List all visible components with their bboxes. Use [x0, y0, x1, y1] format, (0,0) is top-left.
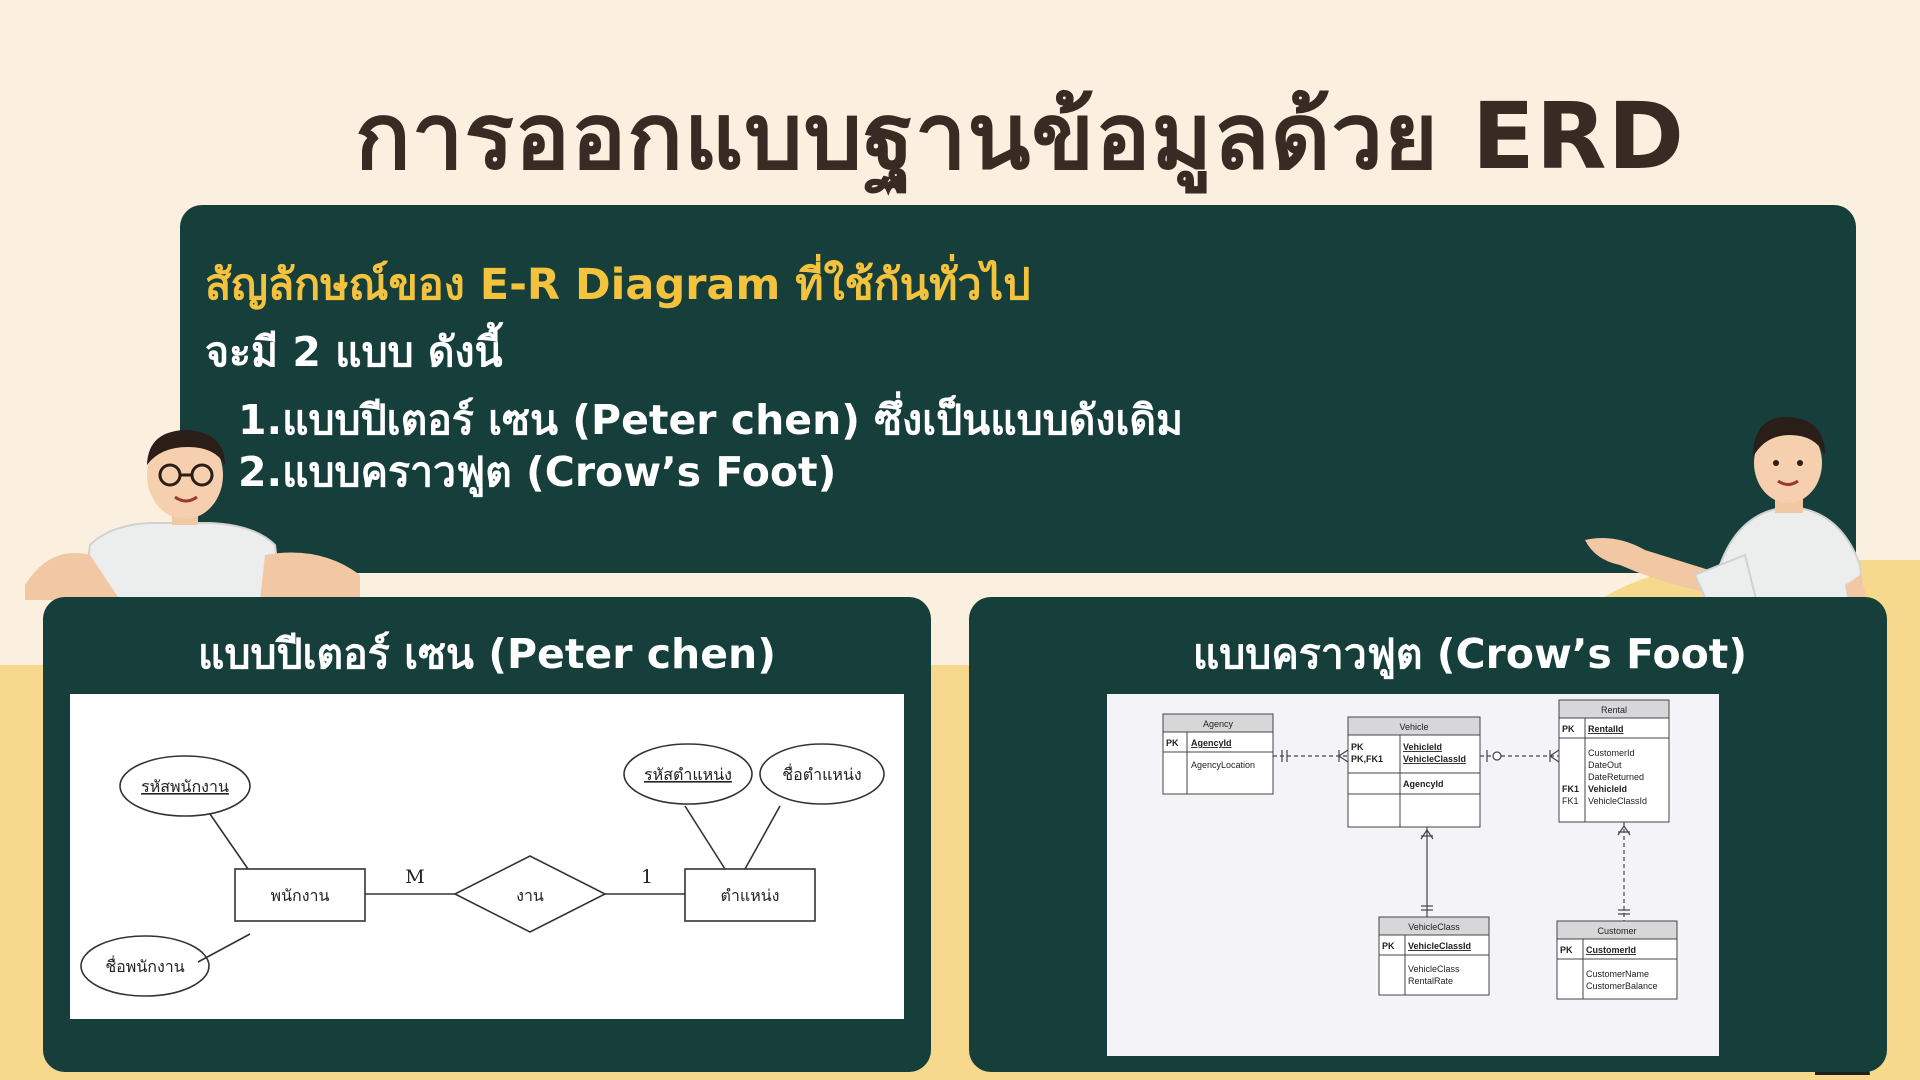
svg-text:CustomerId: CustomerId	[1586, 945, 1636, 955]
svg-text:CustomerBalance: CustomerBalance	[1586, 981, 1658, 991]
customer-table-name: Customer	[1597, 926, 1636, 936]
agency-key: AgencyId	[1191, 738, 1232, 748]
svg-text:AgencyLocation: AgencyLocation	[1191, 760, 1255, 770]
vehicle-table-name: Vehicle	[1399, 722, 1428, 732]
svg-text:PK: PK	[1166, 738, 1179, 748]
chen-diagram: รหัสพนักงาน ชื่อพนักงาน รหัสตำแหน่ง ชื่อ…	[70, 694, 904, 1019]
svg-text:VehicleClassId: VehicleClassId	[1403, 754, 1466, 764]
svg-text:FK1: FK1	[1562, 784, 1579, 794]
attr-pos-id-label: รหัสตำแหน่ง	[644, 765, 732, 784]
chen-panel-title: แบบปีเตอร์ เซน (Peter chen)	[198, 630, 776, 678]
svg-text:DateReturned: DateReturned	[1588, 772, 1644, 782]
agency-table-name: Agency	[1203, 719, 1234, 729]
cardinality-1: 1	[641, 866, 653, 888]
svg-text:CustomerId: CustomerId	[1588, 748, 1635, 758]
svg-text:VehicleId: VehicleId	[1588, 784, 1627, 794]
svg-text:RentalRate: RentalRate	[1408, 976, 1453, 986]
crow-panel-title: แบบคราวฟูต (Crow’s Foot)	[1192, 630, 1748, 678]
relationship-label: งาน	[516, 886, 544, 905]
student-left-illustration	[25, 430, 360, 600]
svg-text:CustomerName: CustomerName	[1586, 969, 1649, 979]
svg-text:VehicleClass: VehicleClass	[1408, 964, 1460, 974]
attr-emp-name-label: ชื่อพนักงาน	[105, 955, 184, 976]
attr-emp-id-label: รหัสพนักงาน	[141, 777, 229, 796]
svg-text:RentalId: RentalId	[1588, 724, 1624, 734]
rental-table-name: Rental	[1601, 705, 1627, 715]
svg-text:PK: PK	[1560, 945, 1573, 955]
intro-subtitle: สัญลักษณ์ของ E-R Diagram ที่ใช้กันทั่วไป	[205, 260, 1031, 310]
svg-text:PK: PK	[1562, 724, 1575, 734]
attr-pos-name-label: ชื่อตำแหน่ง	[782, 763, 861, 784]
svg-text:FK1: FK1	[1562, 796, 1579, 806]
entity-position-label: ตำแหน่ง	[721, 886, 780, 905]
svg-text:PK: PK	[1351, 742, 1364, 752]
svg-text:VehicleClassId: VehicleClassId	[1408, 941, 1471, 951]
svg-text:VehicleId: VehicleId	[1403, 742, 1442, 752]
entity-employee-label: พนักงาน	[271, 886, 330, 905]
svg-text:PK,FK1: PK,FK1	[1351, 754, 1383, 764]
crow-diagram: Agency PK AgencyId AgencyLocation Vehicl…	[1107, 694, 1719, 1056]
svg-text:DateOut: DateOut	[1588, 760, 1622, 770]
vehicleclass-table-name: VehicleClass	[1408, 922, 1460, 932]
svg-text:AgencyId: AgencyId	[1403, 779, 1444, 789]
cardinality-m: M	[405, 866, 424, 888]
svg-text:PK: PK	[1382, 941, 1395, 951]
page-title: การออกแบบฐานข้อมูลด้วย ERD	[355, 83, 1685, 190]
intro-line: จะมี 2 แบบ ดังนี้	[205, 328, 503, 376]
svg-text:VehicleClassId: VehicleClassId	[1588, 796, 1647, 806]
